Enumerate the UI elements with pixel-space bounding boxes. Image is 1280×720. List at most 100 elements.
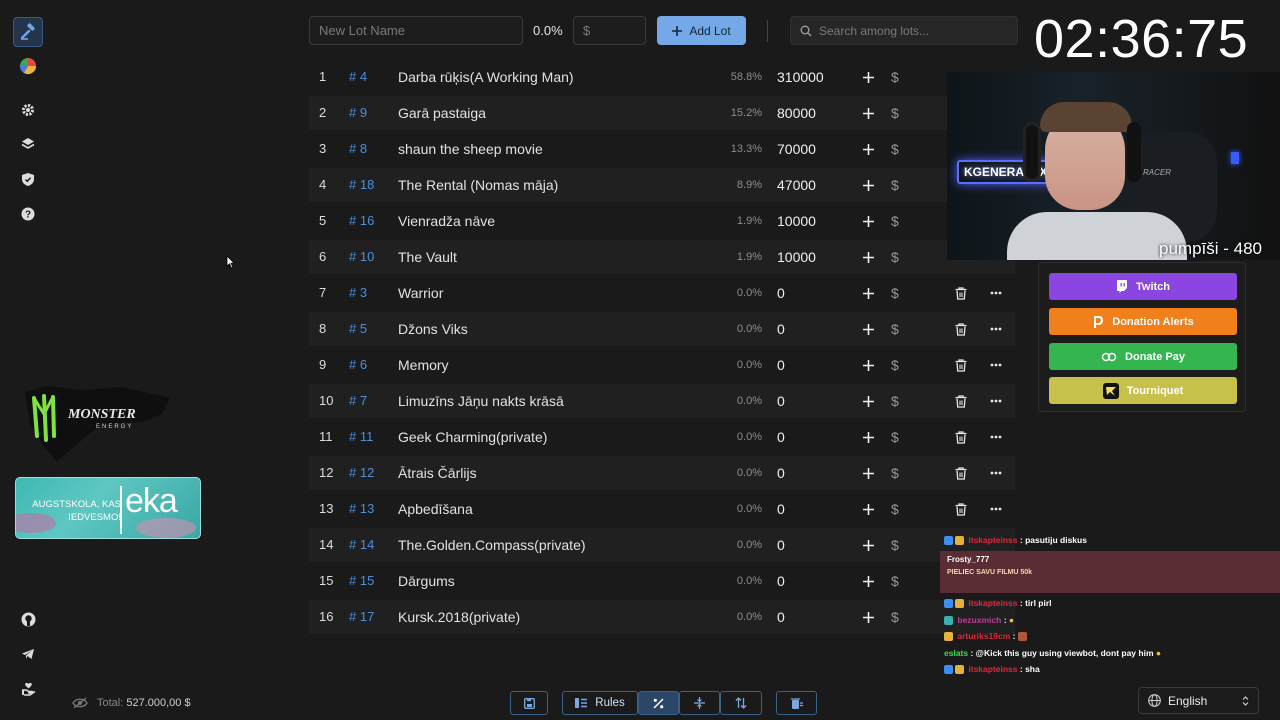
new-lot-amount-input[interactable] [573, 16, 646, 45]
lot-amount[interactable]: 0 [777, 384, 785, 418]
lot-more-button[interactable] [990, 456, 1002, 490]
lot-amount[interactable]: 0 [777, 456, 785, 490]
lot-name[interactable]: Ātrais Čārlijs [398, 456, 477, 490]
donation-alerts-button[interactable]: Donation Alerts [1049, 308, 1237, 335]
lot-id[interactable]: # 9 [349, 96, 367, 130]
dollar-icon[interactable]: $ [891, 456, 899, 490]
lot-amount[interactable]: 47000 [777, 168, 816, 202]
lot-row[interactable]: 13 # 13 Apbedīšana 0.0% 0 $ [309, 492, 1015, 526]
lot-id[interactable]: # 3 [349, 276, 367, 310]
lot-more-button[interactable] [990, 384, 1002, 418]
lot-name[interactable]: Geek Charming(private) [398, 420, 547, 454]
dollar-icon[interactable]: $ [891, 492, 899, 526]
tourniquet-button[interactable]: Tourniquet [1049, 377, 1237, 404]
lot-row[interactable]: 7 # 3 Warrior 0.0% 0 $ [309, 276, 1015, 310]
search-lots-input[interactable] [790, 16, 1018, 45]
github-icon[interactable] [13, 604, 43, 634]
lot-amount[interactable]: 80000 [777, 96, 816, 130]
lot-row[interactable]: 16 # 17 Kursk.2018(private) 0.0% 0 $ [309, 600, 1015, 634]
language-select[interactable]: English [1138, 687, 1259, 714]
lot-row[interactable]: 14 # 14 The.Golden.Compass(private) 0.0% 0 $ [309, 528, 1015, 562]
sort-toggle[interactable] [720, 691, 762, 715]
dollar-icon[interactable]: $ [891, 240, 899, 274]
add-amount-button[interactable] [859, 564, 877, 598]
dollar-icon[interactable]: $ [891, 420, 899, 454]
lot-amount[interactable]: 0 [777, 420, 785, 454]
lot-amount[interactable]: 310000 [777, 60, 824, 94]
lot-amount[interactable]: 10000 [777, 204, 816, 238]
lot-id[interactable]: # 13 [349, 492, 374, 526]
lot-row[interactable]: 8 # 5 Džons Viks 0.0% 0 $ [309, 312, 1015, 346]
lot-id[interactable]: # 6 [349, 348, 367, 382]
lot-row[interactable]: 6 # 10 The Vault 1.9% 10000 $ [309, 240, 1015, 274]
lot-amount[interactable]: 10000 [777, 240, 816, 274]
lot-more-button[interactable] [990, 312, 1002, 346]
dollar-icon[interactable]: $ [891, 168, 899, 202]
add-amount-button[interactable] [859, 168, 877, 202]
lot-id[interactable]: # 15 [349, 564, 374, 598]
dollar-icon[interactable]: $ [891, 564, 899, 598]
lot-row[interactable]: 1 # 4 Darba rūķis(A Working Man) 58.8% 31000… [309, 60, 1015, 94]
add-amount-button[interactable] [859, 528, 877, 562]
twitch-button[interactable]: Twitch [1049, 273, 1237, 300]
percent-toggle[interactable] [638, 691, 679, 715]
dollar-icon[interactable]: $ [891, 600, 899, 634]
add-amount-button[interactable] [859, 276, 877, 310]
new-lot-name-input[interactable] [309, 16, 523, 45]
lot-name[interactable]: Kursk.2018(private) [398, 600, 520, 634]
dollar-icon[interactable]: $ [891, 132, 899, 166]
shield-icon[interactable] [13, 164, 43, 194]
compact-toggle[interactable] [679, 691, 720, 715]
lot-name[interactable]: Warrior [398, 276, 443, 310]
add-amount-button[interactable] [859, 96, 877, 130]
lot-id[interactable]: # 16 [349, 204, 374, 238]
lot-name[interactable]: Vienradža nāve [398, 204, 495, 238]
lot-amount[interactable]: 0 [777, 528, 785, 562]
dollar-icon[interactable]: $ [891, 348, 899, 382]
lot-more-button[interactable] [990, 492, 1002, 526]
pie-chart-icon[interactable] [13, 51, 43, 81]
lot-more-button[interactable] [990, 276, 1002, 310]
lot-amount[interactable]: 0 [777, 276, 785, 310]
lot-row[interactable]: 3 # 8 shaun the sheep movie 13.3% 70000 $ [309, 132, 1015, 166]
dollar-icon[interactable]: $ [891, 204, 899, 238]
lot-id[interactable]: # 11 [349, 420, 373, 454]
lot-name[interactable]: Memory [398, 348, 449, 382]
lot-name[interactable]: The.Golden.Compass(private) [398, 528, 586, 562]
layers-icon[interactable] [13, 129, 43, 159]
donate-hand-icon[interactable] [13, 674, 43, 704]
save-button[interactable] [510, 691, 548, 715]
clear-all-button[interactable] [776, 691, 817, 715]
lot-amount[interactable]: 0 [777, 348, 785, 382]
lot-name[interactable]: The Rental (Nomas māja) [398, 168, 558, 202]
lot-row[interactable]: 15 # 15 Dārgums 0.0% 0 $ [309, 564, 1015, 598]
add-amount-button[interactable] [859, 204, 877, 238]
lot-name[interactable]: The Vault [398, 240, 457, 274]
lot-name[interactable]: Apbedīšana [398, 492, 473, 526]
lot-more-button[interactable] [990, 420, 1002, 454]
telegram-icon[interactable] [13, 639, 43, 669]
add-amount-button[interactable] [859, 420, 877, 454]
donate-pay-button[interactable]: Donate Pay [1049, 343, 1237, 370]
lot-id[interactable]: # 14 [349, 528, 374, 562]
lot-name[interactable]: Džons Viks [398, 312, 468, 346]
add-amount-button[interactable] [859, 60, 877, 94]
delete-lot-button[interactable] [955, 420, 967, 454]
lot-name[interactable]: Dārgums [398, 564, 455, 598]
lot-id[interactable]: # 4 [349, 60, 367, 94]
lot-id[interactable]: # 8 [349, 132, 367, 166]
help-icon[interactable]: ? [13, 199, 43, 229]
add-lot-button[interactable]: Add Lot [657, 16, 746, 45]
lot-id[interactable]: # 18 [349, 168, 374, 202]
lot-name[interactable]: Garā pastaiga [398, 96, 486, 130]
add-amount-button[interactable] [859, 456, 877, 490]
hammer-icon[interactable] [13, 17, 43, 47]
lot-id[interactable]: # 7 [349, 384, 367, 418]
lot-name[interactable]: Darba rūķis(A Working Man) [398, 60, 574, 94]
add-amount-button[interactable] [859, 492, 877, 526]
hide-eye-icon[interactable] [72, 697, 88, 709]
lot-id[interactable]: # 17 [349, 600, 374, 634]
dollar-icon[interactable]: $ [891, 312, 899, 346]
lot-amount[interactable]: 0 [777, 492, 785, 526]
settings-icon[interactable] [13, 95, 43, 125]
